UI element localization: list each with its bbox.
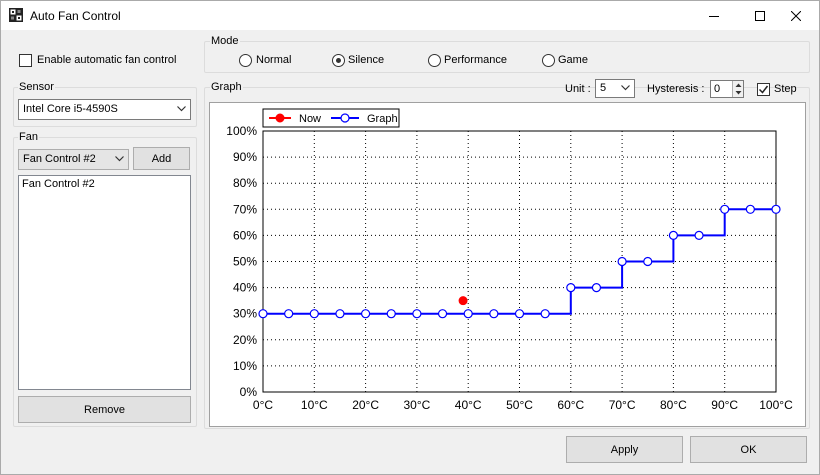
x-tick-label: 40°C bbox=[455, 398, 482, 412]
mode-group-label: Mode bbox=[210, 35, 240, 47]
y-tick-label: 10% bbox=[233, 359, 257, 373]
graph-series-point bbox=[335, 309, 345, 319]
graph-series-point bbox=[514, 309, 525, 319]
graph-series-point bbox=[258, 309, 268, 319]
fan-list[interactable]: Fan Control #2 bbox=[18, 175, 191, 390]
unit-select-value: 5 bbox=[600, 82, 607, 94]
graph-series-point bbox=[566, 283, 576, 293]
x-tick-label: 20°C bbox=[352, 398, 379, 412]
sensor-select-value: Intel Core i5-4590S bbox=[23, 103, 118, 115]
y-tick-label: 70% bbox=[233, 202, 257, 216]
hysteresis-spin-buttons[interactable] bbox=[732, 81, 743, 97]
remove-fan-button[interactable]: Remove bbox=[18, 396, 191, 423]
graph-series-point bbox=[591, 283, 602, 293]
legend-now-label: Now bbox=[299, 113, 321, 125]
graph-series-point bbox=[771, 204, 781, 214]
sensor-group-label: Sensor bbox=[18, 81, 55, 93]
y-tick-label: 90% bbox=[233, 150, 257, 164]
hysteresis-label: Hysteresis : bbox=[647, 83, 705, 95]
x-tick-label: 70°C bbox=[609, 398, 636, 412]
maximize-icon bbox=[755, 10, 765, 21]
sensor-select[interactable]: Intel Core i5-4590S bbox=[18, 99, 191, 120]
y-tick-label: 40% bbox=[233, 281, 257, 295]
enable-auto-fan-label: Enable automatic fan control bbox=[37, 54, 177, 66]
fan-curve-graph[interactable]: 0% 10% 20% 30% 40% 50% 60% 70% 80% 90% 100% 0°C 10°C… bbox=[209, 102, 806, 427]
now-point bbox=[458, 296, 468, 306]
x-tick-label: 0°C bbox=[253, 398, 273, 412]
graph-series-point bbox=[284, 309, 294, 319]
fan-select[interactable]: Fan Control #2 bbox=[18, 149, 129, 170]
y-tick-label: 50% bbox=[233, 255, 257, 269]
checkmark-icon bbox=[758, 85, 769, 94]
y-tick-label: 30% bbox=[233, 307, 257, 321]
unit-label: Unit : bbox=[565, 83, 591, 95]
graph-series-point bbox=[668, 230, 678, 240]
x-tick-label: 90°C bbox=[711, 398, 738, 412]
mode-label-silence: Silence bbox=[348, 54, 385, 66]
y-tick-label: 60% bbox=[233, 228, 257, 242]
graph-series-point bbox=[720, 204, 730, 214]
mode-group bbox=[204, 41, 810, 73]
mode-radio-game[interactable] bbox=[542, 54, 555, 67]
auto-fan-control-window: Auto Fan Control Enable automatic fan co… bbox=[0, 0, 820, 475]
graph-series-point bbox=[745, 204, 755, 214]
enable-auto-fan-checkbox[interactable] bbox=[19, 54, 32, 67]
ok-button[interactable]: OK bbox=[690, 436, 807, 463]
graph-series-point bbox=[463, 309, 473, 319]
app-icon bbox=[9, 8, 23, 22]
hysteresis-spinner[interactable]: 0 bbox=[710, 80, 744, 98]
close-icon bbox=[791, 10, 801, 21]
mode-radio-silence[interactable] bbox=[332, 54, 345, 67]
unit-select[interactable]: 5 bbox=[595, 79, 635, 98]
spin-arrows-icon bbox=[735, 83, 742, 95]
graph-series-point bbox=[412, 309, 422, 319]
graph-series-point bbox=[309, 309, 319, 319]
y-tick-label: 80% bbox=[233, 176, 257, 190]
hysteresis-value: 0 bbox=[714, 83, 721, 95]
x-tick-label: 100°C bbox=[759, 398, 793, 412]
apply-button[interactable]: Apply bbox=[566, 436, 683, 463]
legend-now-marker bbox=[275, 113, 285, 123]
graph-series-point bbox=[540, 309, 550, 319]
mode-label-normal: Normal bbox=[256, 54, 292, 66]
chevron-down-icon bbox=[621, 85, 630, 91]
graph-group-label: Graph bbox=[210, 81, 243, 93]
chevron-down-icon bbox=[177, 106, 186, 112]
graph-series-point bbox=[386, 309, 396, 319]
x-tick-label: 80°C bbox=[660, 398, 687, 412]
step-label: Step bbox=[774, 83, 797, 95]
graph-series-point bbox=[361, 309, 371, 319]
x-tick-label: 60°C bbox=[557, 398, 584, 412]
graph-series-point bbox=[489, 309, 499, 319]
legend-graph-marker bbox=[340, 113, 350, 123]
graph-series-point bbox=[643, 256, 653, 267]
mode-label-game: Game bbox=[558, 54, 588, 66]
fan-group-label: Fan bbox=[18, 131, 39, 143]
add-fan-button[interactable]: Add bbox=[133, 147, 190, 170]
fan-curve-chart[interactable]: 0% 10% 20% 30% 40% 50% 60% 70% 80% 90% 100% 0°C 10°C… bbox=[210, 103, 805, 426]
chevron-down-icon bbox=[115, 156, 124, 162]
legend-graph-label: Graph bbox=[367, 113, 398, 125]
step-checkbox[interactable] bbox=[757, 83, 770, 96]
graph-series-point bbox=[617, 256, 627, 267]
mode-label-performance: Performance bbox=[444, 54, 507, 66]
y-tick-label: 20% bbox=[233, 333, 257, 347]
y-tick-label: 100% bbox=[226, 124, 257, 138]
mode-radio-normal[interactable] bbox=[239, 54, 252, 67]
x-tick-label: 10°C bbox=[301, 398, 328, 412]
fan-select-value: Fan Control #2 bbox=[23, 153, 96, 165]
graph-series-point bbox=[694, 230, 704, 240]
mode-radio-performance[interactable] bbox=[428, 54, 441, 67]
title-bar: Auto Fan Control bbox=[1, 1, 819, 30]
window-title: Auto Fan Control bbox=[30, 9, 121, 23]
fan-list-item[interactable]: Fan Control #2 bbox=[22, 178, 95, 190]
x-tick-label: 50°C bbox=[506, 398, 533, 412]
close-button[interactable] bbox=[773, 1, 819, 30]
minimize-icon bbox=[709, 15, 719, 17]
y-tick-label: 0% bbox=[240, 385, 258, 399]
x-tick-label: 30°C bbox=[403, 398, 430, 412]
graph-series-point bbox=[437, 309, 448, 319]
minimize-button[interactable] bbox=[691, 1, 737, 30]
